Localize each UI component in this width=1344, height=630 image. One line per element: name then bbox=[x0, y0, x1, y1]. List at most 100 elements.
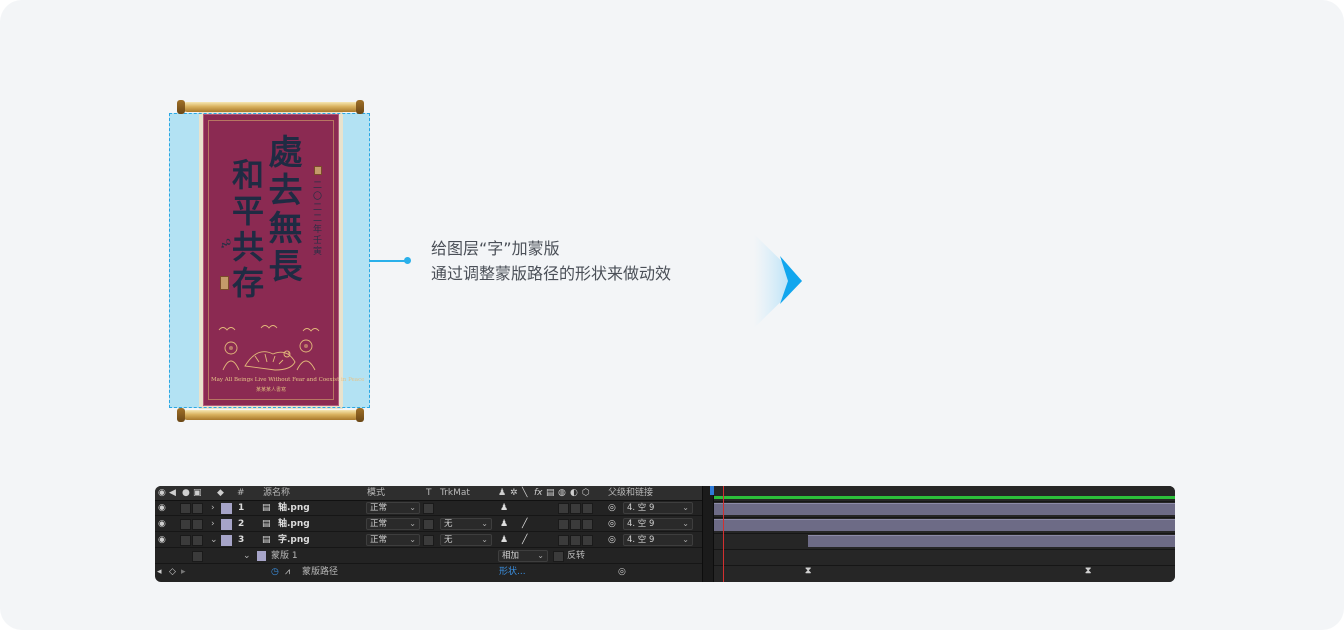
tag-icon[interactable]: ◆ bbox=[217, 486, 224, 501]
motion-blur-switch[interactable] bbox=[558, 535, 569, 546]
file-icon: ▤ bbox=[262, 503, 271, 513]
shy-switch-icon[interactable]: ♟ bbox=[500, 533, 508, 548]
collapse-chevron-icon[interactable]: ⌄ bbox=[210, 533, 218, 548]
switch-quality-icon[interactable]: ╲ bbox=[522, 486, 527, 501]
mask-mode-dropdown[interactable]: 相加 ⌄ bbox=[498, 550, 548, 562]
file-icon: ▤ bbox=[262, 535, 271, 545]
mask-mode-value: 相加 bbox=[502, 551, 520, 561]
layer-mode-dropdown[interactable]: 正常 ⌄ bbox=[366, 534, 420, 546]
switch-adjustment-icon[interactable]: ◍ bbox=[558, 486, 566, 501]
header-parent[interactable]: 父级和链接 bbox=[608, 486, 653, 501]
keyframe-icon[interactable]: ⧗ bbox=[1085, 566, 1091, 576]
layer-mode-dropdown[interactable]: 正常 ⌄ bbox=[366, 502, 420, 514]
shy-switch-icon[interactable]: ♟ bbox=[500, 517, 508, 532]
panel-divider[interactable] bbox=[702, 486, 714, 582]
lock-icon[interactable]: ▣ bbox=[193, 486, 202, 501]
mask-path-outline[interactable] bbox=[169, 113, 370, 408]
stopwatch-icon[interactable]: ◷ bbox=[271, 565, 279, 580]
preserve-transparency-switch[interactable] bbox=[423, 519, 434, 530]
track-area[interactable]: ⧗ ⧗ bbox=[714, 486, 1175, 582]
invert-checkbox[interactable] bbox=[553, 551, 564, 562]
collapse-chevron-icon[interactable]: ⌄ bbox=[243, 549, 251, 564]
eye-icon[interactable]: ◉ bbox=[158, 533, 166, 548]
eye-icon[interactable]: ◉ bbox=[158, 486, 166, 501]
switch-shy-icon[interactable]: ♟ bbox=[498, 486, 506, 501]
motion-blur-switch[interactable] bbox=[558, 519, 569, 530]
layer-row-2[interactable]: ◉ › 2 ▤ 轴.png 正常 ⌄ 无 ⌄ ♟ ╱ ◎ 4. 空 9 ⌄ bbox=[155, 517, 703, 532]
3d-switch[interactable] bbox=[582, 519, 593, 530]
mask-name[interactable]: 蒙版 1 bbox=[271, 549, 298, 564]
speaker-icon[interactable]: ◀ bbox=[169, 486, 176, 501]
parent-dropdown[interactable]: 4. 空 9 ⌄ bbox=[623, 518, 693, 530]
keyframe-icon[interactable]: ⧗ bbox=[805, 566, 811, 576]
keyframe-next-icon[interactable]: ▸ bbox=[181, 565, 186, 580]
layer-name[interactable]: 轴.png bbox=[278, 517, 310, 532]
trkmat-dropdown[interactable]: 无 ⌄ bbox=[440, 518, 492, 530]
adjust-switch[interactable] bbox=[570, 519, 581, 530]
expand-chevron-icon[interactable]: › bbox=[211, 517, 215, 532]
chevron-down-icon: ⌄ bbox=[481, 519, 488, 528]
expand-chevron-icon[interactable]: › bbox=[211, 501, 215, 516]
trkmat-dropdown[interactable]: 无 ⌄ bbox=[440, 534, 492, 546]
switch-fx[interactable]: fx bbox=[534, 486, 543, 501]
solo-switch[interactable] bbox=[180, 503, 191, 514]
keyframe-prev-icon[interactable]: ◂ bbox=[157, 565, 162, 580]
layer-name[interactable]: 轴.png bbox=[278, 501, 310, 516]
switch-motion-blur-icon[interactable]: ▤ bbox=[546, 486, 555, 501]
solo-dot-icon[interactable]: ● bbox=[182, 486, 190, 501]
layer-row-3[interactable]: ◉ ⌄ 3 ▤ 字.png 正常 ⌄ 无 ⌄ ♟ ╱ ◎ 4. 空 9 ⌄ bbox=[155, 533, 703, 548]
layer-name[interactable]: 字.png bbox=[278, 533, 310, 548]
mask-row[interactable]: ⌄ 蒙版 1 相加 ⌄ 反转 bbox=[155, 549, 703, 564]
track-line bbox=[714, 517, 1175, 518]
header-mode[interactable]: 模式 bbox=[367, 486, 385, 501]
layer-1-bar[interactable] bbox=[714, 503, 1175, 515]
mask-path-value[interactable]: 形状... bbox=[499, 565, 526, 580]
quality-switch-icon[interactable]: ╱ bbox=[522, 533, 527, 548]
solo-switch[interactable] bbox=[180, 519, 191, 530]
eye-icon[interactable]: ◉ bbox=[158, 501, 166, 516]
track-line bbox=[714, 501, 1175, 502]
3d-switch[interactable] bbox=[582, 503, 593, 514]
layer-mode-dropdown[interactable]: 正常 ⌄ bbox=[366, 518, 420, 530]
lock-switch[interactable] bbox=[192, 519, 203, 530]
motion-blur-switch[interactable] bbox=[558, 503, 569, 514]
adjust-switch[interactable] bbox=[570, 535, 581, 546]
switch-collapse-icon[interactable]: ✲ bbox=[510, 486, 518, 501]
pickwhip-icon[interactable]: ◎ bbox=[608, 533, 616, 548]
parent-dropdown[interactable]: 4. 空 9 ⌄ bbox=[623, 502, 693, 514]
layer-3-bar[interactable] bbox=[808, 535, 1175, 547]
solo-switch[interactable] bbox=[180, 535, 191, 546]
playhead[interactable] bbox=[723, 486, 724, 582]
switch-3d-icon[interactable]: ◐ bbox=[570, 486, 578, 501]
pickwhip-icon[interactable]: ◎ bbox=[618, 565, 626, 580]
switch-cube-icon[interactable]: ⬡ bbox=[582, 486, 590, 501]
work-area-bar[interactable] bbox=[714, 496, 1175, 499]
preserve-transparency-switch[interactable] bbox=[423, 503, 434, 514]
parent-dropdown[interactable]: 4. 空 9 ⌄ bbox=[623, 534, 693, 546]
keyframe-icon[interactable]: ◇ bbox=[169, 565, 176, 580]
mask-solo-switch[interactable] bbox=[192, 551, 203, 562]
eye-icon[interactable]: ◉ bbox=[158, 517, 166, 532]
adjust-switch[interactable] bbox=[570, 503, 581, 514]
pickwhip-icon[interactable]: ◎ bbox=[608, 501, 616, 516]
layer-2-bar[interactable] bbox=[714, 519, 1175, 531]
layer-label-color[interactable] bbox=[221, 535, 232, 546]
preserve-transparency-switch[interactable] bbox=[423, 535, 434, 546]
layer-label-color[interactable] bbox=[221, 519, 232, 530]
graph-icon[interactable]: ⩘ bbox=[285, 565, 290, 580]
time-indicator-handle[interactable] bbox=[710, 486, 714, 495]
mask-path-row[interactable]: ◂ ◇ ▸ ◷ ⩘ 蒙版路径 形状... ◎ bbox=[155, 565, 703, 580]
3d-switch[interactable] bbox=[582, 535, 593, 546]
timeline-panel: ◉ ◀ ● ▣ ◆ # 源名称 模式 T TrkMat ♟ ✲ ╲ fx ▤ ◍… bbox=[155, 486, 1175, 582]
header-trkmat[interactable]: TrkMat bbox=[440, 486, 470, 501]
layer-label-color[interactable] bbox=[221, 503, 232, 514]
lock-switch[interactable] bbox=[192, 535, 203, 546]
shy-switch-icon[interactable]: ♟ bbox=[500, 501, 508, 516]
quality-switch-icon[interactable]: ╱ bbox=[522, 517, 527, 532]
layer-row-1[interactable]: ◉ › 1 ▤ 轴.png 正常 ⌄ ♟ ◎ 4. 空 9 ⌄ bbox=[155, 501, 703, 516]
lock-switch[interactable] bbox=[192, 503, 203, 514]
header-source-name[interactable]: 源名称 bbox=[263, 486, 290, 501]
next-arrow-icon[interactable] bbox=[744, 226, 810, 336]
mask-color[interactable] bbox=[257, 551, 266, 561]
pickwhip-icon[interactable]: ◎ bbox=[608, 517, 616, 532]
